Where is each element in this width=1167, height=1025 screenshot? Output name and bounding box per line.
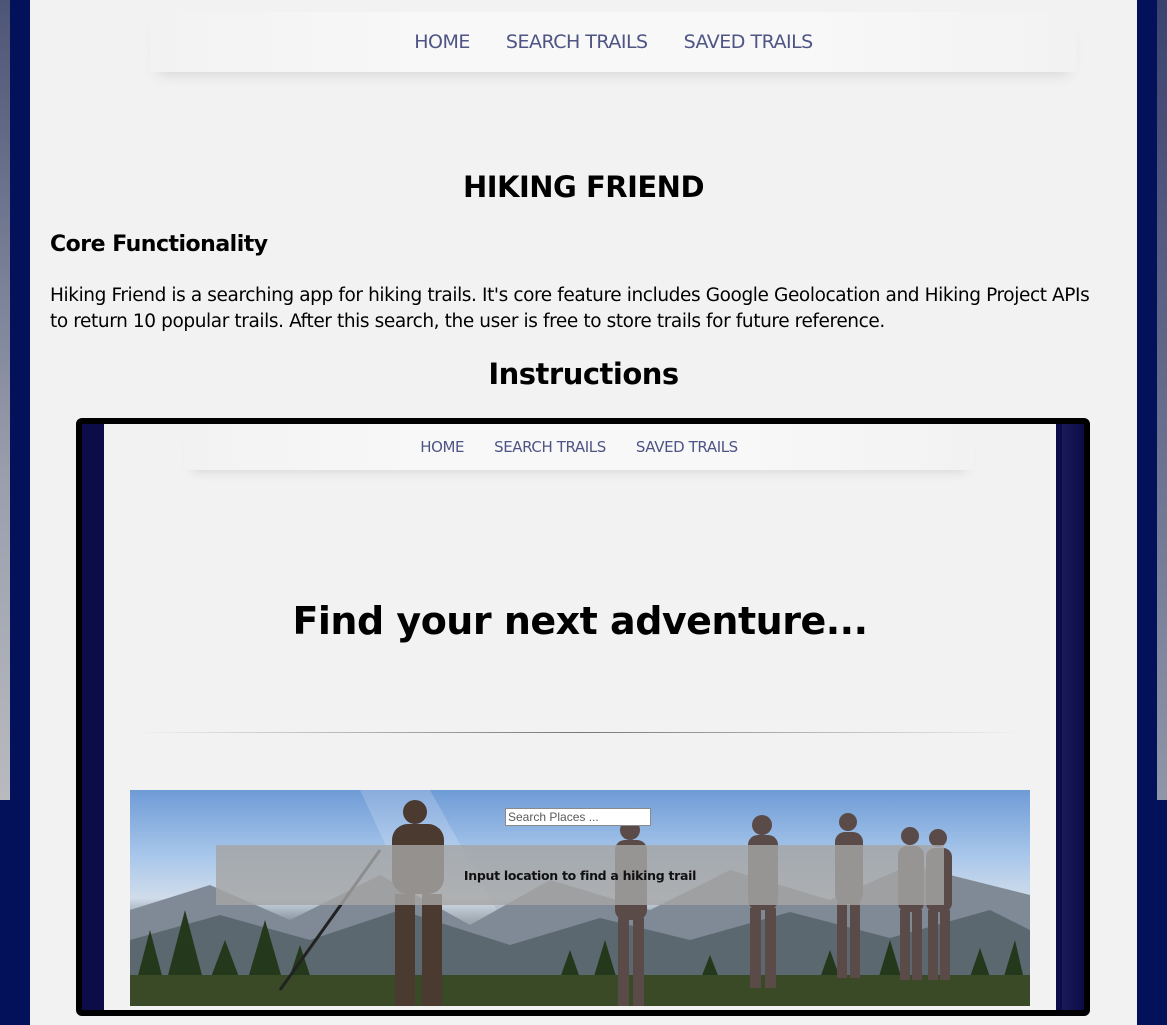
hint-text: Input location to find a hiking trail	[463, 867, 697, 883]
instructions-screenshot: HOME SEARCH TRAILS SAVED TRAILS Find you…	[76, 418, 1090, 1016]
screenshot-hero-heading: Find your next adventure...	[292, 599, 868, 643]
screenshot-divider	[134, 732, 1024, 733]
hikers-photo: Input location to find a hiking trail	[130, 790, 1030, 1006]
page-title: HIKING FRIEND	[462, 170, 705, 204]
hint-panel: Input location to find a hiking trail	[216, 845, 944, 905]
core-functionality-heading: Core Functionality	[50, 232, 268, 257]
nav-saved-trails-link[interactable]: SAVED TRAILS	[684, 31, 814, 53]
screenshot-right-band	[1062, 424, 1084, 1010]
nav-home-link[interactable]: HOME	[414, 31, 470, 53]
screenshot-nav-saved-trails: SAVED TRAILS	[635, 438, 738, 456]
screenshot-nav: HOME SEARCH TRAILS SAVED TRAILS	[184, 424, 974, 470]
search-places-input[interactable]	[505, 808, 651, 826]
page-container: HOME SEARCH TRAILS SAVED TRAILS HIKING F…	[30, 0, 1137, 1025]
left-gutter	[0, 0, 10, 800]
screenshot-page: HOME SEARCH TRAILS SAVED TRAILS Find you…	[104, 424, 1056, 1010]
screenshot-nav-search-trails: SEARCH TRAILS	[494, 438, 606, 456]
instructions-heading: Instructions	[488, 357, 679, 391]
screenshot-nav-home: HOME	[420, 438, 465, 456]
nav-search-trails-link[interactable]: SEARCH TRAILS	[506, 31, 648, 53]
core-functionality-text: Hiking Friend is a searching app for hik…	[50, 285, 1090, 332]
right-gutter	[1157, 0, 1167, 800]
top-nav: HOME SEARCH TRAILS SAVED TRAILS	[150, 12, 1077, 72]
